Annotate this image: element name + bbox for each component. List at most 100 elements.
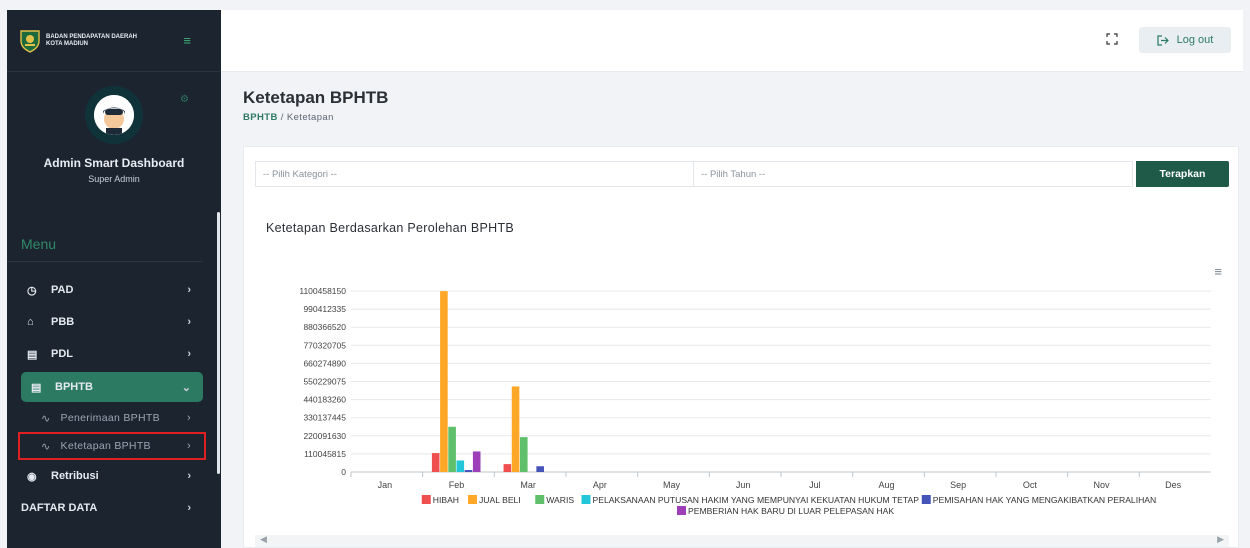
profile-role: Super Admin (88, 174, 140, 184)
y-tick-label: 1100458150 (299, 286, 346, 296)
legend-label: JUAL BELI (479, 495, 521, 505)
fullscreen-icon[interactable] (1106, 33, 1118, 45)
sidebar-scrollbar[interactable] (217, 212, 220, 474)
sidebar: BADAN PENDAPATAN DAERAH KOTA MADIUN ≡ ⚙ … (7, 10, 221, 548)
breadcrumb-separator: / (280, 112, 284, 123)
sidebar-subitem-ketetapan-bphtb[interactable]: ∿ Ketetapan BPHTB › (18, 432, 206, 460)
bar (456, 460, 465, 472)
bar (472, 451, 481, 472)
x-tick-label: Jan (378, 480, 393, 490)
breadcrumb: BPHTB / Ketetapan (243, 112, 334, 123)
breadcrumb-root[interactable]: BPHTB (243, 112, 278, 123)
logout-button[interactable]: Log out (1139, 27, 1231, 53)
legend-swatch (677, 506, 686, 515)
sidebar-item-label: PDL (51, 348, 73, 360)
y-tick-label: 220091630 (303, 431, 346, 441)
avatar-ring (85, 86, 143, 144)
sidebar-item-label: PAD (51, 284, 74, 296)
menu-toggle-icon[interactable]: ≡ (183, 33, 191, 48)
menu-heading: Menu (7, 226, 203, 262)
sidebar-item-label: BPHTB (55, 381, 93, 393)
bar (431, 453, 440, 472)
chevron-right-icon: › (187, 348, 191, 360)
y-tick-label: 330137445 (303, 413, 346, 423)
x-tick-label: Feb (449, 480, 465, 490)
chevron-right-icon: › (187, 412, 191, 424)
legend-label: PEMBERIAN HAK BARU DI LUAR PELEPASAN HAK (688, 506, 894, 516)
topbar: Log out (221, 10, 1243, 72)
bar-chart: 0 110045815 220091630 330137445 440183260 550… (299, 286, 1211, 516)
legend-swatch (535, 495, 545, 504)
x-tick-label: Mar (520, 480, 536, 490)
x-tick-label: Sep (950, 480, 966, 490)
y-tick-label: 550229075 (303, 377, 346, 387)
sidebar-item-label: PBB (51, 316, 75, 328)
y-tick-label: 660274890 (303, 358, 346, 368)
y-tick-label: 770320705 (303, 340, 346, 350)
page-title: Ketetapan BPHTB (243, 88, 389, 107)
x-tick-label: Nov (1093, 480, 1110, 490)
sidebar-item-bphtb[interactable]: ▤ BPHTB ⌄ (21, 372, 203, 402)
sidebar-subitem-label: Penerimaan BPHTB (60, 412, 160, 424)
sidebar-item-daftar-data[interactable]: DAFTAR DATA › (7, 492, 221, 524)
city-emblem-icon (20, 29, 40, 53)
bar (511, 386, 520, 472)
file-icon: ▤ (31, 381, 42, 394)
x-tick-label: Des (1165, 480, 1182, 490)
bar (519, 437, 528, 472)
scroll-left-icon[interactable]: ◀ (260, 534, 267, 545)
bar (448, 426, 456, 472)
user-profile: ⚙ Admin Smart Dashboard Super Admin (7, 72, 221, 212)
y-tick-label: 440183260 (303, 395, 346, 405)
chevron-right-icon: › (187, 470, 191, 482)
chevron-right-icon: › (187, 502, 191, 514)
sidebar-item-label: DAFTAR DATA (21, 502, 98, 514)
chevron-right-icon: › (187, 440, 191, 452)
scroll-right-icon[interactable]: ▶ (1217, 534, 1224, 545)
horizontal-scrollbar[interactable]: ◀ ▶ (255, 534, 1229, 547)
box-icon: ▤ (27, 348, 38, 361)
legend-swatch (421, 495, 431, 504)
bar (440, 291, 448, 472)
chevron-down-icon: ⌄ (181, 381, 191, 394)
legend-label: WARIS (546, 495, 574, 505)
legend-swatch (581, 495, 591, 504)
avatar[interactable] (94, 95, 134, 135)
x-tick-label: Jul (809, 480, 821, 490)
y-tick-label: 110045815 (304, 449, 346, 459)
chevron-right-icon: › (187, 316, 191, 328)
sidebar-item-pad[interactable]: ◷ PAD › (7, 274, 221, 306)
sidebar-item-pbb[interactable]: ⌂ PBB › (7, 306, 221, 338)
chevron-right-icon: › (187, 284, 191, 296)
legend-label: HIBAH (433, 495, 459, 505)
legend-label: PELAKSANAAN PUTUSAN HAKIM YANG MEMPUNYAI… (593, 495, 920, 505)
sidebar-item-label: Retribusi (51, 470, 99, 482)
sidebar-subitem-penerimaan-bphtb[interactable]: ∿ Penerimaan BPHTB › (7, 404, 221, 432)
x-tick-label: Apr (593, 480, 607, 490)
chart-card: -- Pilih Kategori -- -- Pilih Tahun -- T… (243, 146, 1239, 548)
brand-line-2: KOTA MADIUN (46, 40, 88, 47)
legend-swatch (468, 495, 477, 504)
x-tick-label: Aug (878, 480, 894, 490)
bar (503, 464, 512, 472)
x-tick-label: Oct (1023, 480, 1038, 490)
home-icon: ⌂ (27, 316, 34, 328)
breadcrumb-current: Ketetapan (286, 112, 334, 123)
logout-icon (1157, 34, 1169, 46)
sidebar-item-retribusi[interactable]: ◉ Retribusi › (7, 460, 221, 492)
bar (464, 470, 473, 472)
profile-name: Admin Smart Dashboard (43, 156, 185, 170)
gear-icon[interactable]: ⚙ (180, 94, 189, 105)
legend-swatch (921, 495, 931, 504)
y-tick-label: 880366520 (303, 322, 346, 332)
bar (536, 466, 544, 472)
clock-icon: ◷ (27, 284, 37, 297)
brand: BADAN PENDAPATAN DAERAH KOTA MADIUN ≡ (7, 10, 221, 72)
legend-label: PEMISAHAN HAK YANG MENGAKIBATKAN PERALIH… (933, 495, 1157, 505)
sidebar-item-pdl[interactable]: ▤ PDL › (7, 338, 221, 370)
brand-line-1: BADAN PENDAPATAN DAERAH (46, 33, 137, 40)
sidebar-subitem-label: Ketetapan BPHTB (60, 440, 151, 452)
x-tick-label: Jun (736, 480, 751, 490)
brand-text: BADAN PENDAPATAN DAERAH KOTA MADIUN (46, 34, 166, 48)
y-tick-label: 990412335 (303, 304, 346, 314)
